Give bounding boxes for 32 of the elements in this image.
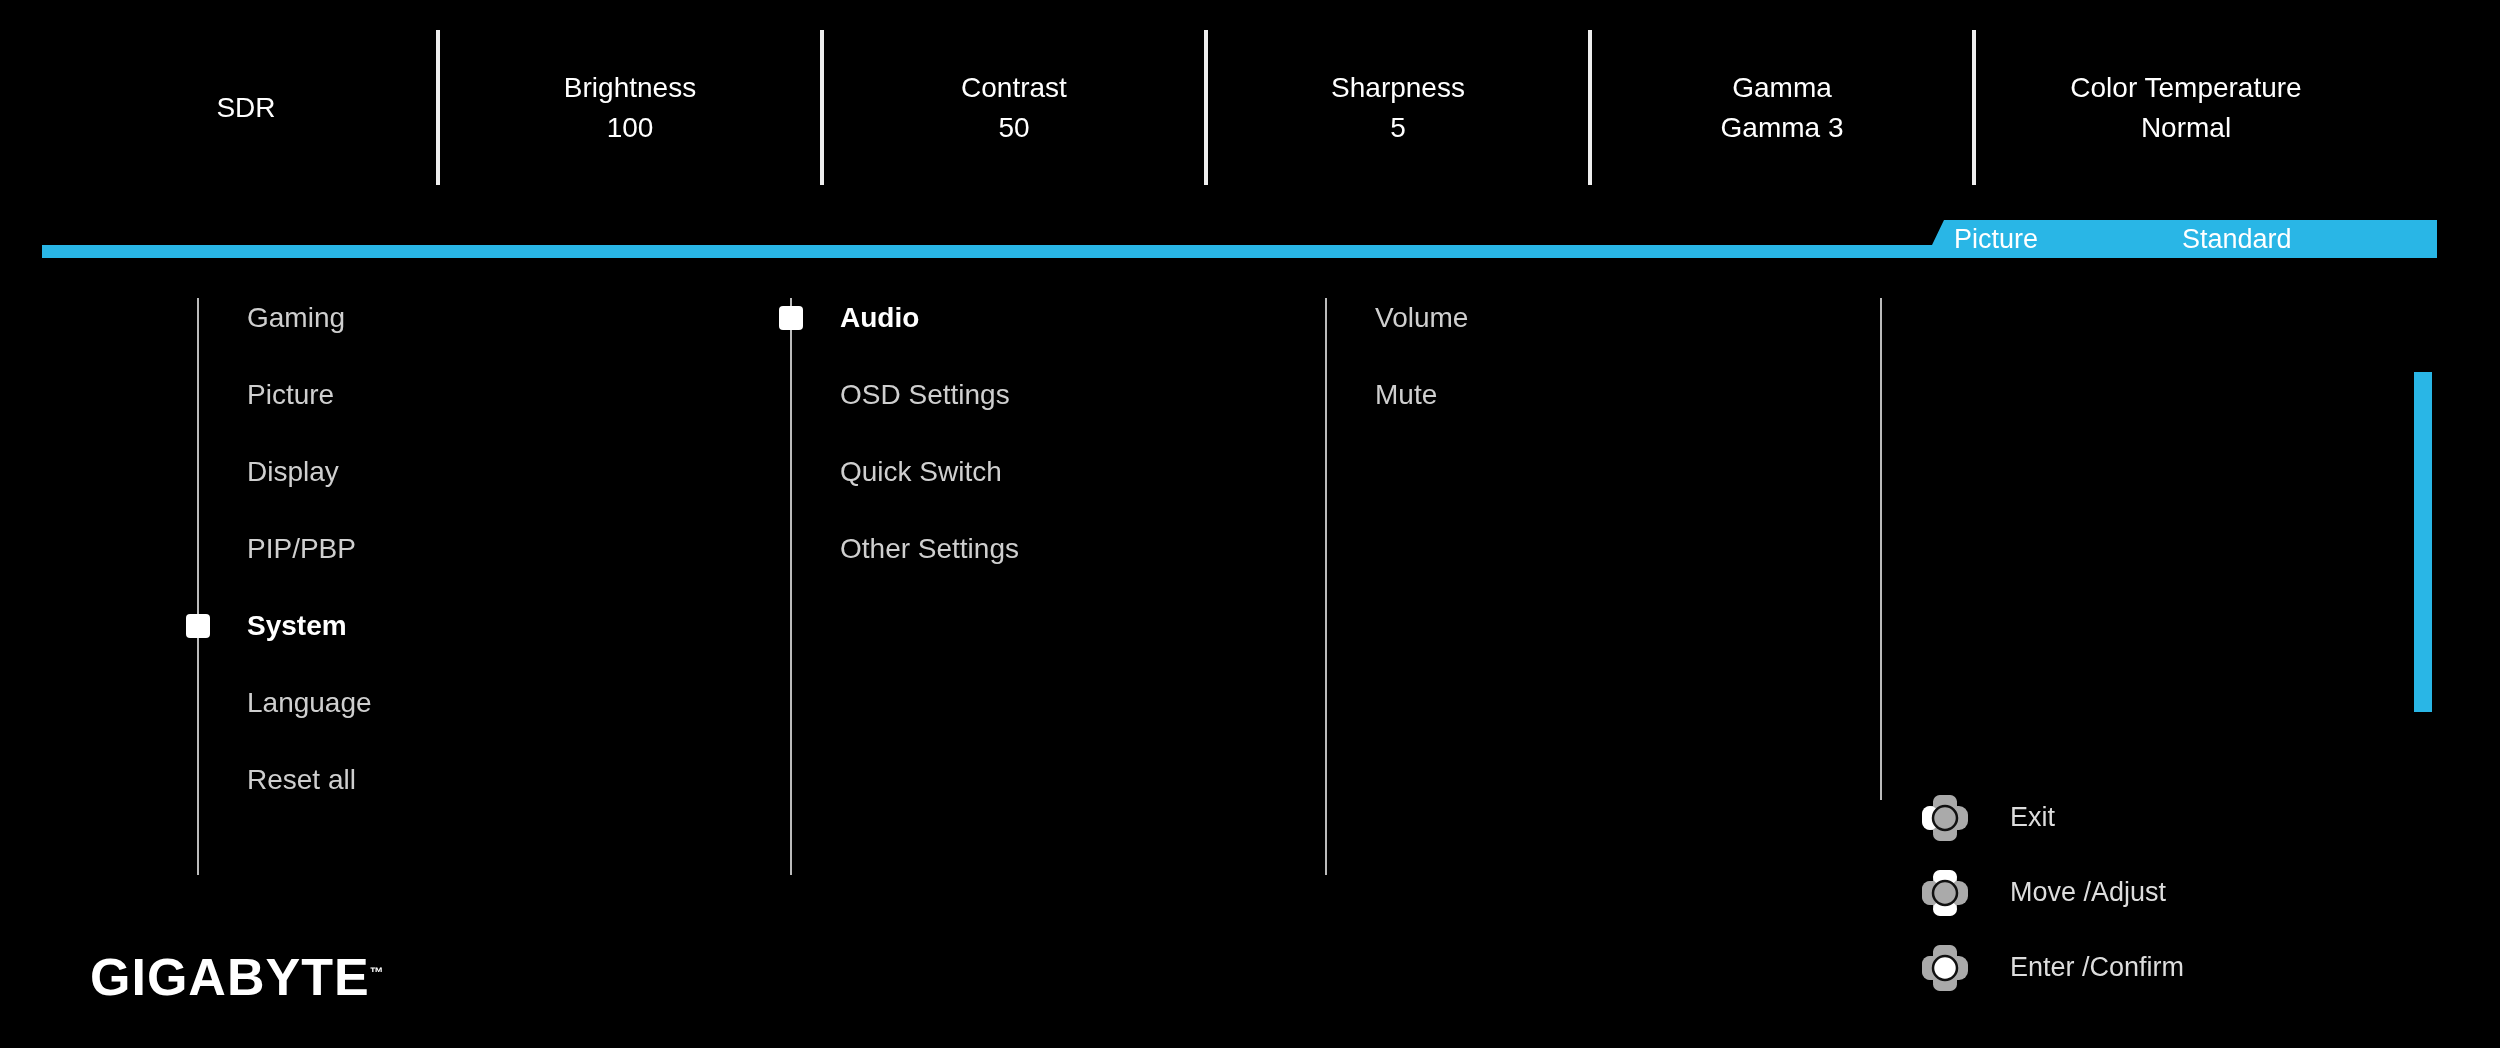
menu-item[interactable]: Quick Switch: [840, 456, 1002, 487]
menu-item[interactable]: OSD Settings: [840, 379, 1010, 410]
hint-label: Exit: [2010, 802, 2055, 833]
menu-item[interactable]: Gaming: [247, 302, 346, 333]
menu-item[interactable]: Display: [247, 456, 339, 487]
joystick-icon: [1920, 942, 1970, 993]
menu-item[interactable]: Picture: [247, 379, 335, 410]
setting-label: Sharpness: [1331, 71, 1465, 104]
brand-logo: GIGABYTE$^{™}$: [90, 947, 386, 1007]
setting-value: 100: [606, 111, 654, 144]
hint-label: Enter /Confirm: [2010, 952, 2185, 983]
setting-label: Brightness: [563, 71, 697, 104]
setting-value: Gamma 3: [1720, 111, 1844, 144]
joystick-icon: [1920, 867, 1970, 918]
setting-label: Color Temperature: [2070, 71, 2302, 104]
scrollbar[interactable]: [2414, 372, 2432, 712]
menu-item[interactable]: Language: [247, 687, 372, 718]
menu-item[interactable]: Reset all: [247, 764, 356, 795]
menu-item[interactable]: System: [247, 610, 347, 641]
menu-item[interactable]: Volume: [1375, 302, 1469, 333]
menu-item[interactable]: Mute: [1375, 379, 1438, 410]
setting-label: Contrast: [961, 71, 1067, 104]
setting-value: 50: [998, 111, 1030, 144]
menu-item[interactable]: Other Settings: [840, 533, 1019, 564]
menu-item[interactable]: PIP/PBP: [247, 533, 356, 564]
joystick-icon: [1920, 792, 1970, 843]
setting-label: Gamma: [1732, 71, 1832, 104]
setting-value: Normal: [2140, 111, 2232, 144]
hint-label: Move /Adjust: [2010, 877, 2167, 908]
menu-item[interactable]: Audio: [840, 302, 920, 333]
setting-value: 5: [1390, 111, 1406, 144]
setting-label: SDR: [216, 91, 276, 124]
